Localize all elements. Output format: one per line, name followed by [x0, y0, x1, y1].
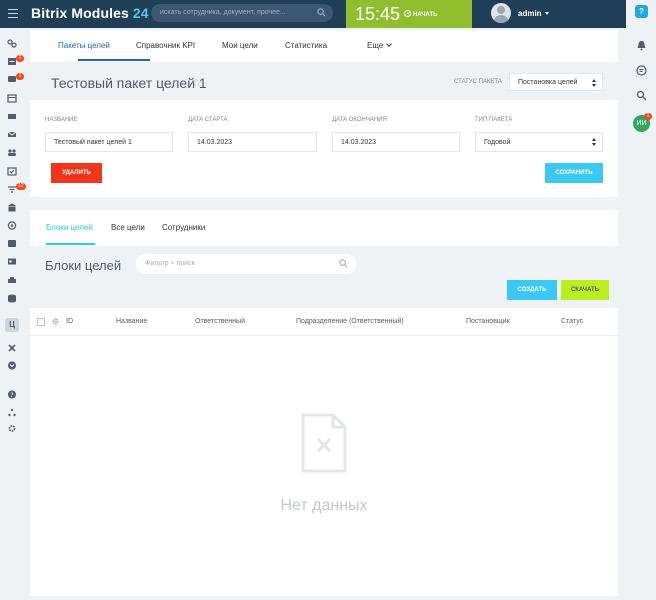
mail-icon[interactable]	[7, 130, 17, 139]
package-type-label: ТИП ПАКЕТА	[475, 117, 513, 123]
main-tabs: Пакеты целей Справочник KPI Мои цели Ста…	[30, 30, 618, 62]
name-label: НАЗВАНИЕ	[45, 117, 78, 123]
menu-icon[interactable]	[8, 9, 18, 18]
company-icon[interactable]	[7, 203, 17, 212]
tab-goal-packages[interactable]: Пакеты целей	[58, 41, 110, 50]
tab-more[interactable]: Еще	[367, 41, 393, 50]
blocks-title: Блоки целей	[45, 258, 122, 273]
printer-icon[interactable]	[7, 276, 17, 285]
structure-icon[interactable]	[7, 408, 17, 417]
gear-icon[interactable]	[51, 317, 60, 326]
star-icon[interactable]: ☆	[191, 75, 203, 91]
filter-search-input[interactable]: Фильтр + поиск	[136, 254, 356, 274]
package-type-value: Годовой	[484, 139, 511, 146]
employees-icon[interactable]	[7, 148, 17, 157]
subtab-employees[interactable]: Сотрудники	[162, 223, 205, 232]
calendar-icon[interactable]	[7, 94, 17, 103]
svg-text:?: ?	[10, 392, 13, 399]
brand-name: Bitrix Modules	[31, 5, 129, 21]
end-date-value: 14.03.2023	[341, 139, 377, 146]
column-name[interactable]: Название	[116, 318, 147, 325]
chevron-down-icon	[544, 12, 549, 15]
user-avatar	[491, 3, 511, 23]
help-button[interactable]: ?	[635, 5, 648, 18]
chevron-down-icon	[386, 41, 393, 47]
search-placeholder: искать сотрудника, документ, прочее...	[160, 9, 286, 16]
database-icon[interactable]	[7, 294, 17, 303]
more-down-icon[interactable]	[7, 361, 17, 370]
checklist-icon[interactable]	[7, 167, 17, 176]
brand-suffix: 24	[132, 5, 149, 21]
end-date-input[interactable]: 14.03.2023	[332, 132, 460, 152]
tab-more-label: Еще	[367, 41, 384, 50]
select-arrows-icon	[592, 79, 596, 87]
end-date-label: ДАТА ОКОНЧАНИЯ	[332, 117, 387, 123]
tab-my-goals[interactable]: Мои цели	[222, 41, 258, 50]
package-type-select[interactable]: Годовой	[475, 132, 603, 152]
tools-icon[interactable]	[7, 343, 17, 352]
crm-icon[interactable]	[7, 239, 17, 248]
blocks-grid: ID Название Ответственный Подразделение …	[30, 308, 618, 596]
column-department[interactable]: Подразделение (Ответственный)	[296, 318, 404, 325]
kpi-module-icon[interactable]: Ц	[5, 318, 19, 332]
filter-placeholder: Фильтр + поиск	[145, 260, 195, 267]
column-author[interactable]: Постановщик	[466, 318, 510, 325]
package-form: НАЗВАНИЕ ДАТА СТАРТА ДАТА ОКОНЧАНИЯ ТИП …	[30, 100, 618, 197]
download-button[interactable]: СКАЧАТЬ	[561, 280, 609, 300]
target-icon[interactable]	[7, 221, 17, 230]
column-id[interactable]: ID	[66, 318, 73, 325]
search-icon	[339, 259, 348, 268]
grid-header: ID Название Ответственный Подразделение …	[30, 308, 618, 336]
start-date-input[interactable]: 14.03.2023	[188, 132, 317, 152]
sub-tabs: Блоки целей Все цели Сотрудники	[30, 210, 618, 246]
settings-icon[interactable]	[7, 424, 17, 433]
name-input[interactable]: Тестовый пакет целей 1	[45, 132, 173, 152]
search-icon	[317, 8, 326, 17]
delete-button[interactable]: УДАЛИТЬ	[51, 163, 102, 183]
save-button[interactable]: СОХРАНИТЬ	[545, 163, 603, 183]
tab-kpi-directory[interactable]: Справочник KPI	[136, 41, 195, 50]
contact-avatar-badge: 1	[644, 113, 652, 120]
brand-logo[interactable]: Bitrix Modules 24	[31, 5, 149, 21]
notifications-icon[interactable]	[636, 40, 647, 51]
column-responsible[interactable]: Ответственный	[195, 318, 245, 325]
contact-card-icon[interactable]	[7, 257, 17, 266]
worktime-clock[interactable]: 15:45 НАЧАТЬ	[346, 0, 472, 28]
active-tab-indicator	[78, 59, 150, 61]
empty-document-icon	[301, 413, 347, 473]
start-label: НАЧАТЬ	[413, 12, 438, 18]
search-icon[interactable]	[636, 90, 647, 101]
column-status[interactable]: Статус	[561, 318, 583, 325]
user-name-text: admin	[518, 9, 542, 18]
help-circle-icon[interactable]: ?	[7, 390, 17, 399]
tab-statistics[interactable]: Статистика	[285, 41, 327, 50]
status-label: СТАТУС ПАКЕТА	[454, 79, 502, 85]
status-select[interactable]: Постановка целей	[509, 73, 603, 91]
start-date-value: 14.03.2023	[197, 139, 233, 146]
filter-badge: 12	[16, 183, 26, 190]
chat-badge: 1	[16, 73, 24, 80]
status-value: Постановка целей	[518, 79, 578, 86]
tasks-badge: 1	[16, 55, 24, 62]
start-workday-button[interactable]: НАЧАТЬ	[404, 10, 437, 18]
global-search-input[interactable]: искать сотрудника, документ, прочее...	[151, 4, 333, 22]
drive-icon[interactable]	[7, 112, 17, 121]
subtab-goal-blocks[interactable]: Блоки целей	[46, 223, 93, 232]
empty-state-text: Нет данных	[280, 497, 368, 514]
page-title: Тестовый пакет целей 1	[51, 75, 207, 91]
name-value: Тестовый пакет целей 1	[54, 139, 132, 146]
play-icon	[404, 10, 411, 17]
left-sidebar: 1 1 12 Ц ?	[0, 28, 26, 600]
select-all-checkbox[interactable]	[37, 318, 45, 326]
create-button[interactable]: СОЗДАТЬ	[507, 280, 557, 300]
messenger-icon[interactable]	[636, 65, 647, 76]
select-arrows-icon	[592, 138, 596, 146]
activity-stream-icon[interactable]	[7, 39, 17, 48]
clock-time: 15:45	[355, 4, 401, 24]
start-date-label: ДАТА СТАРТА	[188, 117, 228, 123]
active-subtab-indicator	[46, 243, 95, 245]
user-name: admin	[518, 9, 549, 18]
top-header: Bitrix Modules 24 искать сотрудника, док…	[0, 0, 656, 28]
subtab-all-goals[interactable]: Все цели	[111, 223, 145, 232]
